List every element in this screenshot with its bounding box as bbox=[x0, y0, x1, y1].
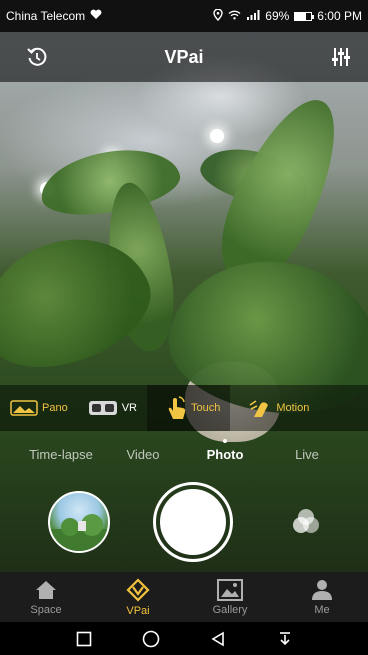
home-icon bbox=[36, 580, 56, 599]
top-bar: VPai bbox=[0, 32, 368, 82]
panorama-icon bbox=[10, 400, 38, 416]
wifi-icon bbox=[228, 9, 241, 23]
signal-icon bbox=[246, 9, 260, 23]
mode-motion[interactable]: Motion bbox=[230, 385, 319, 431]
recent-apps-icon[interactable] bbox=[72, 627, 96, 651]
image-icon bbox=[217, 578, 243, 601]
gallery-thumbnail[interactable] bbox=[48, 491, 110, 553]
capture-type-video[interactable]: Video bbox=[102, 447, 184, 473]
shutter-button[interactable] bbox=[153, 482, 233, 562]
scene-light bbox=[210, 129, 224, 143]
nav-gallery[interactable]: Gallery bbox=[184, 572, 276, 622]
clock: 6:00 PM bbox=[317, 9, 362, 23]
filter-circles-icon[interactable] bbox=[290, 508, 322, 536]
mode-pano[interactable]: Pano bbox=[0, 385, 78, 431]
mode-label: VR bbox=[121, 402, 137, 414]
mode-label: Pano bbox=[42, 402, 68, 414]
nav-vpai[interactable]: VPai bbox=[92, 572, 184, 622]
touch-hand-icon bbox=[168, 396, 186, 419]
mode-strip: Pano VR Touch Motion bbox=[0, 385, 368, 431]
notification-pulldown-icon[interactable] bbox=[273, 627, 297, 651]
battery-icon bbox=[294, 11, 315, 21]
mode-label: Touch bbox=[190, 402, 221, 414]
nav-label: Me bbox=[314, 603, 330, 616]
sliders-settings-icon[interactable] bbox=[328, 44, 354, 70]
location-icon bbox=[213, 8, 223, 24]
capture-type-live[interactable]: Live bbox=[266, 447, 348, 473]
capture-type-timelapse[interactable]: Time-lapse bbox=[20, 447, 102, 473]
shutter-inner bbox=[160, 489, 226, 555]
nav-label: VPai bbox=[126, 604, 150, 617]
nav-me[interactable]: Me bbox=[276, 572, 368, 622]
home-circle-icon[interactable] bbox=[139, 627, 163, 651]
back-icon[interactable] bbox=[206, 627, 230, 651]
status-bar: China Telecom 69% 6:00 PM bbox=[0, 0, 368, 32]
vr-headset-icon bbox=[88, 401, 117, 415]
capture-type-photo[interactable]: Photo bbox=[184, 439, 266, 473]
bottom-nav: Space VPai Gallery Me bbox=[0, 572, 368, 622]
capture-type-selector: Time-lapse Video Photo Live bbox=[0, 439, 368, 473]
system-nav-bar bbox=[0, 622, 368, 655]
carrier-name: China Telecom bbox=[6, 9, 86, 23]
nav-space[interactable]: Space bbox=[0, 572, 92, 622]
motion-icon bbox=[249, 400, 269, 417]
rotate-undo-icon[interactable] bbox=[24, 44, 50, 70]
heart-icon bbox=[90, 9, 102, 23]
plant-leaf bbox=[35, 140, 185, 224]
nav-label: Space bbox=[30, 603, 62, 616]
battery-percent: 69% bbox=[265, 9, 290, 23]
vpai-icon bbox=[126, 577, 150, 602]
mode-vr[interactable]: VR bbox=[78, 385, 147, 431]
page-title: VPai bbox=[164, 46, 204, 67]
person-icon bbox=[312, 579, 332, 600]
mode-touch[interactable]: Touch bbox=[146, 385, 231, 431]
mode-label: Motion bbox=[276, 402, 310, 414]
nav-label: Gallery bbox=[212, 603, 248, 616]
